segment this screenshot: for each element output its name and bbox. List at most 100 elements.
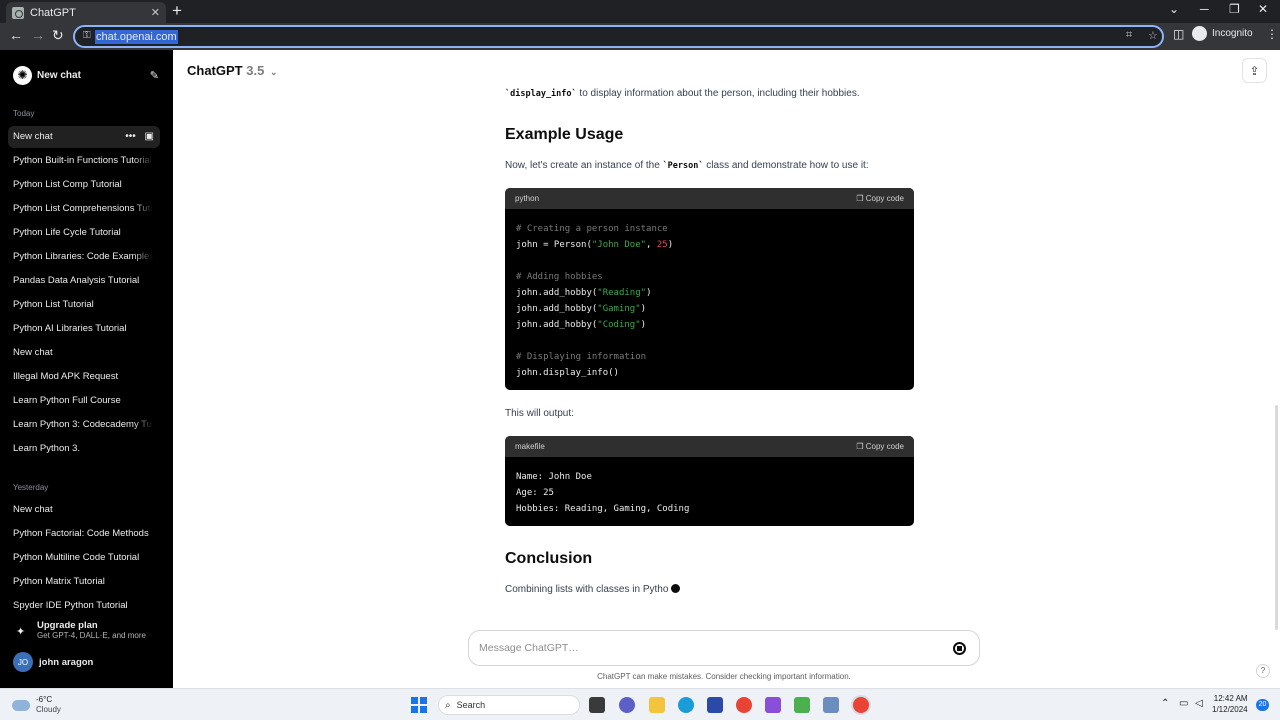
- paragraph-text: Now, let's create an instance of the: [505, 160, 663, 171]
- avatar: JO: [13, 652, 33, 672]
- chat-item-label: Python Built-in Functions Tutorial: [13, 155, 152, 166]
- notepad-app-icon[interactable]: [794, 697, 810, 713]
- chat-item[interactable]: Python List Comprehensions Tutorial: [13, 202, 153, 216]
- chat-item[interactable]: Python List Tutorial: [13, 298, 153, 312]
- stop-generating-button[interactable]: [953, 642, 966, 655]
- copy-code-button[interactable]: ❐ Copy code: [856, 442, 904, 451]
- scrollbar[interactable]: [1275, 405, 1278, 630]
- chat-item[interactable]: Python Libraries: Code Examples: [13, 250, 153, 264]
- reload-icon[interactable]: ↻: [52, 27, 64, 44]
- share-button[interactable]: ⇪: [1242, 58, 1267, 83]
- bookmark-star-icon[interactable]: ☆: [1148, 29, 1158, 42]
- system-clock[interactable]: 12:42 AM 1/12/2024: [1212, 693, 1248, 715]
- heading-conclusion: Conclusion: [505, 550, 593, 567]
- fade-overlay: [133, 154, 153, 168]
- code-string: "Reading": [597, 288, 647, 298]
- taskbar-search[interactable]: ⌕ Search: [438, 695, 580, 715]
- browser-toolbar: ← → ↻ ⚿ chat.openai.com ⌗ ☆ ◫ Incognito …: [0, 23, 1280, 50]
- fade-overlay: [133, 418, 153, 432]
- section-label-today: Today: [13, 109, 35, 118]
- site-info-icon[interactable]: ⚿: [83, 30, 91, 41]
- chat-item[interactable]: Learn Python 3.: [13, 442, 153, 456]
- url-text[interactable]: chat.openai.com: [95, 30, 178, 44]
- compose-icon[interactable]: ✎: [150, 69, 159, 82]
- chat-item[interactable]: Python Built-in Functions Tutorial: [13, 154, 153, 168]
- message-paragraph: `display_info` to display information ab…: [505, 87, 860, 101]
- chat-item[interactable]: Spyder IDE Python Tutorial: [13, 599, 153, 613]
- code-language-label: makefile: [515, 442, 545, 451]
- edge-browser-icon[interactable]: [678, 697, 694, 713]
- copy-code-label: Copy code: [865, 194, 904, 203]
- incognito-indicator[interactable]: Incognito: [1192, 26, 1253, 41]
- new-chat-button[interactable]: ✺ New chat ✎: [13, 65, 159, 85]
- code-block-python: python ❐ Copy code # Creating a person i…: [505, 188, 914, 390]
- upgrade-subtitle: Get GPT-4, DALL·E, and more: [37, 631, 146, 640]
- network-icon[interactable]: ▭: [1179, 698, 1188, 709]
- chat-item[interactable]: Python List Comp Tutorial: [13, 178, 153, 192]
- copy-code-button[interactable]: ❐ Copy code: [856, 194, 904, 203]
- qr-icon[interactable]: ⌗: [1126, 29, 1132, 42]
- archive-icon[interactable]: ▣: [145, 131, 154, 142]
- chat-item[interactable]: Python Matrix Tutorial: [13, 575, 153, 589]
- incognito-icon: [1192, 26, 1207, 41]
- paragraph-text: class and demonstrate how to use it:: [703, 160, 869, 171]
- chat-item-active[interactable]: New chat ••• ▣: [8, 126, 160, 148]
- message-composer[interactable]: Message ChatGPT…: [468, 630, 980, 666]
- chrome-icon[interactable]: [736, 697, 752, 713]
- side-panel-icon[interactable]: ◫: [1173, 27, 1184, 41]
- address-bar[interactable]: ⚿ chat.openai.com ⌗ ☆: [73, 25, 1164, 48]
- chat-item[interactable]: Learn Python Full Course: [13, 394, 153, 408]
- chat-item[interactable]: New chat: [13, 503, 153, 517]
- chat-item[interactable]: Python AI Libraries Tutorial: [13, 322, 153, 336]
- volume-icon[interactable]: ◁: [1195, 698, 1203, 709]
- chat-item[interactable]: Illegal Mod APK Request: [13, 370, 153, 384]
- model-selector[interactable]: ChatGPT 3.5 ⌄: [187, 63, 278, 78]
- store-icon[interactable]: [707, 697, 723, 713]
- maximize-icon[interactable]: ❐: [1229, 2, 1240, 16]
- chat-item-label: Learn Python Full Course: [13, 395, 121, 406]
- browser-tab[interactable]: ChatGPT ✕: [6, 2, 166, 23]
- streaming-cursor-icon: [671, 584, 681, 593]
- chat-item[interactable]: Python Life Cycle Tutorial: [13, 226, 153, 240]
- windows-start-icon[interactable]: [411, 697, 427, 713]
- new-tab-button[interactable]: +: [172, 1, 182, 21]
- chat-app-icon[interactable]: [619, 697, 635, 713]
- minimize-icon[interactable]: ─: [1200, 2, 1209, 16]
- window-close-icon[interactable]: ✕: [1258, 2, 1268, 16]
- model-version: 3.5: [246, 63, 265, 78]
- tab-close-icon[interactable]: ✕: [151, 6, 160, 19]
- code-line: john = Person("John Doe", 25): [516, 240, 673, 250]
- chat-item[interactable]: Python Multiline Code Tutorial: [13, 551, 153, 565]
- chat-item[interactable]: Python Factorial: Code Methods: [13, 527, 153, 541]
- code-string: "Gaming": [597, 304, 641, 314]
- upgrade-plan-button[interactable]: ✦ Upgrade plan Get GPT-4, DALL·E, and mo…: [13, 620, 163, 646]
- chat-item[interactable]: Pandas Data Analysis Tutorial: [13, 274, 153, 288]
- file-explorer-icon[interactable]: [649, 697, 665, 713]
- help-button[interactable]: ?: [1256, 664, 1270, 678]
- chat-item[interactable]: Learn Python 3: Codecademy Tutorial: [13, 418, 153, 432]
- clock-time: 12:42 AM: [1213, 694, 1248, 703]
- vpn-app-icon[interactable]: [765, 697, 781, 713]
- search-icon: ⌕: [445, 699, 451, 711]
- tray-chevron-icon[interactable]: ⌃: [1161, 698, 1169, 709]
- weather-condition: Cloudy: [36, 705, 61, 714]
- chat-item[interactable]: New chat: [13, 346, 153, 360]
- inline-code: `Person`: [662, 161, 704, 171]
- weather-widget[interactable]: -6°C Cloudy: [12, 695, 61, 715]
- forward-icon[interactable]: →: [31, 27, 45, 43]
- code-token: ,: [646, 240, 657, 250]
- more-options-icon[interactable]: •••: [125, 131, 136, 142]
- chat-item-label: Python List Tutorial: [13, 299, 94, 310]
- section-label-yesterday: Yesterday: [13, 483, 49, 492]
- back-icon[interactable]: ←: [9, 27, 23, 43]
- task-view-icon[interactable]: [589, 697, 605, 713]
- notification-badge[interactable]: 20: [1256, 699, 1269, 711]
- browser-menu-icon[interactable]: ⋮: [1266, 27, 1278, 41]
- snipping-tool-icon[interactable]: [823, 697, 839, 713]
- chat-item-label: New chat: [13, 504, 53, 515]
- chrome-active-icon[interactable]: [853, 697, 869, 713]
- tab-search-icon[interactable]: ⌄: [1169, 2, 1179, 16]
- chat-item-label: Learn Python 3: Codecademy Tutorial: [13, 419, 153, 430]
- user-menu[interactable]: JO john aragon: [13, 652, 93, 672]
- message-input[interactable]: Message ChatGPT…: [479, 642, 579, 654]
